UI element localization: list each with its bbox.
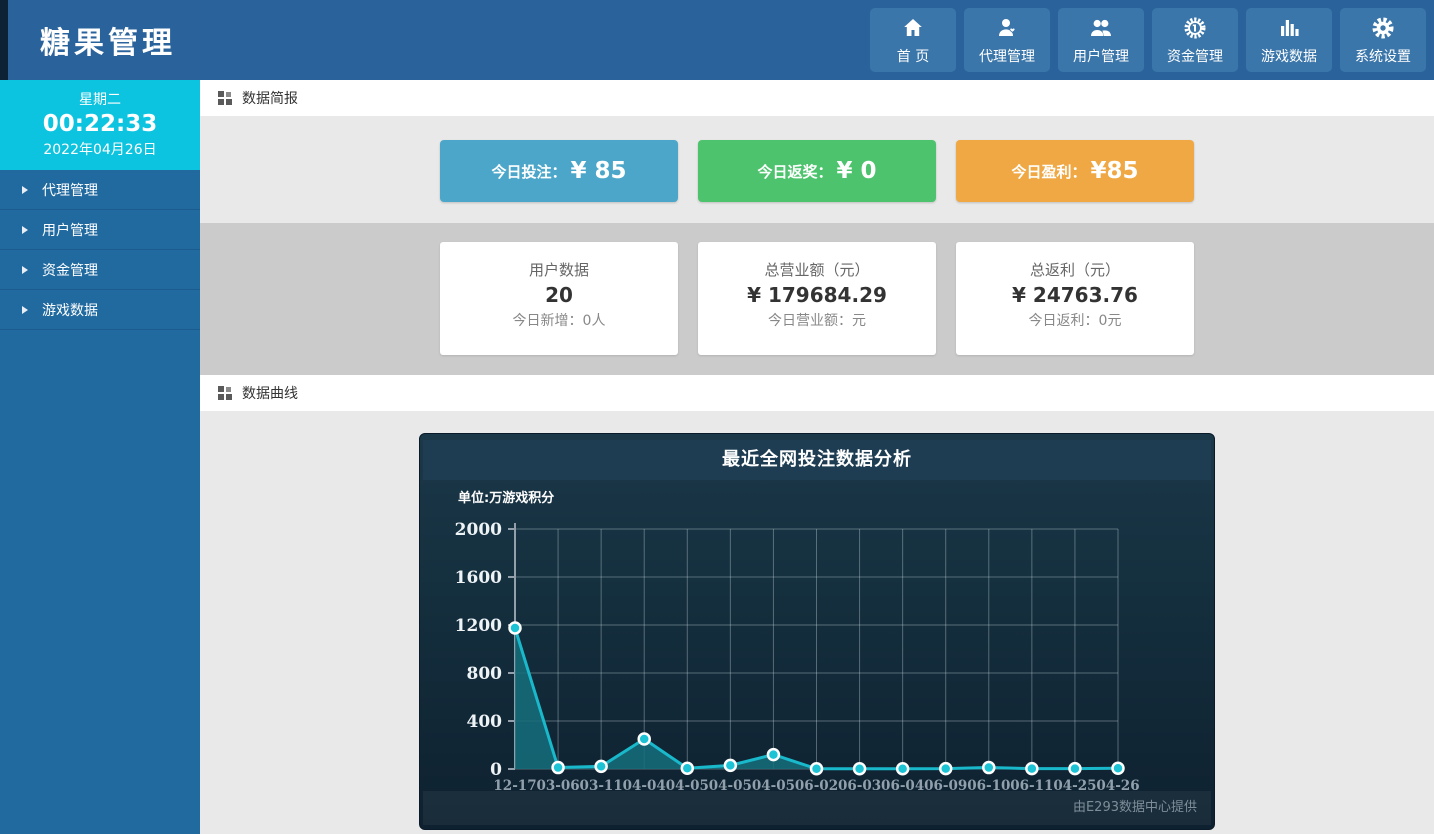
nav-item-gamedata[interactable]: 游戏数据 xyxy=(1246,8,1332,72)
chart-panel: 最近全网投注数据分析 单位:万游戏积分 04008001200160020001… xyxy=(419,433,1215,830)
clock-weekday: 星期二 xyxy=(0,89,200,109)
stat-button-label: 今日投注： xyxy=(491,161,566,182)
arrow-right-icon xyxy=(22,266,28,274)
sidebar-item-agents[interactable]: 代理管理 xyxy=(0,170,200,210)
stat-cards-zone: 用户数据 20 今日新增：0人 总营业额（元） ¥ 179684.29 今日营业… xyxy=(200,223,1434,375)
betting-chart-svg: 040080012001600200012-1703-0603-1104-040… xyxy=(420,504,1216,796)
stat-buttons-zone: 今日投注： ¥ 85 今日返奖： ¥ 0 今日盈利： ¥85 xyxy=(200,116,1434,223)
sidebar-item-label: 代理管理 xyxy=(42,180,98,200)
stat-card-title: 总返利（元） xyxy=(956,259,1194,280)
stat-card-title: 用户数据 xyxy=(440,259,678,280)
stat-card-subtitle: 今日返利：0元 xyxy=(956,310,1194,330)
chart-zone: 最近全网投注数据分析 单位:万游戏积分 04008001200160020001… xyxy=(200,433,1434,834)
nav-item-label: 系统设置 xyxy=(1355,46,1411,66)
stat-card-title: 总营业额（元） xyxy=(698,259,936,280)
grid-icon xyxy=(218,91,232,105)
section-title-brief: 数据简报 xyxy=(242,88,298,108)
nav-item-label: 资金管理 xyxy=(1167,46,1223,66)
stat-card-users: 用户数据 20 今日新增：0人 xyxy=(440,242,678,355)
grid-icon xyxy=(218,386,232,400)
funds-gear-icon xyxy=(1182,15,1208,41)
section-bar-brief: 数据简报 xyxy=(200,80,1434,116)
stat-card-rebate: 总返利（元） ¥ 24763.76 今日返利：0元 xyxy=(956,242,1194,355)
svg-text:2000: 2000 xyxy=(455,520,502,540)
main-content: 数据简报 今日投注： ¥ 85 今日返奖： ¥ 0 今日盈利： ¥85 xyxy=(200,80,1434,834)
app-title: 糖果管理 xyxy=(40,18,176,62)
svg-text:1600: 1600 xyxy=(455,568,502,588)
nav-item-label: 首 页 xyxy=(897,46,929,66)
clock-date: 2022年04月26日 xyxy=(0,139,200,159)
nav-item-funds[interactable]: 资金管理 xyxy=(1152,8,1238,72)
gear-icon xyxy=(1370,15,1396,41)
home-icon xyxy=(900,15,926,41)
nav-item-label: 游戏数据 xyxy=(1261,46,1317,66)
section-bar-curve: 数据曲线 xyxy=(200,375,1434,411)
arrow-right-icon xyxy=(22,186,28,194)
stat-card-subtitle: 今日营业额：元 xyxy=(698,310,936,330)
top-nav: 首 页 代理管理 用户管理 资金管理 游戏数据 xyxy=(870,8,1426,72)
nav-item-users[interactable]: 用户管理 xyxy=(1058,8,1144,72)
sidebar-item-funds[interactable]: 资金管理 xyxy=(0,250,200,290)
stat-button-label: 今日返奖： xyxy=(757,161,832,182)
section-title-curve: 数据曲线 xyxy=(242,383,298,403)
sidebar-item-label: 资金管理 xyxy=(42,260,98,280)
stat-button-value: ¥85 xyxy=(1091,158,1139,184)
clock-panel: 星期二 00:22:33 2022年04月26日 xyxy=(0,80,200,170)
clock-time: 00:22:33 xyxy=(0,109,200,139)
svg-text:800: 800 xyxy=(467,664,503,684)
chart-title: 最近全网投注数据分析 xyxy=(423,440,1211,480)
agent-icon xyxy=(994,15,1020,41)
stat-button-value: ¥ 0 xyxy=(837,158,877,184)
stat-card-subtitle: 今日新增：0人 xyxy=(440,310,678,330)
svg-text:0: 0 xyxy=(490,760,502,780)
svg-text:1200: 1200 xyxy=(455,616,502,636)
app-header: 糖果管理 首 页 代理管理 用户管理 资金管理 xyxy=(0,0,1434,80)
users-icon xyxy=(1088,15,1114,41)
nav-item-agents[interactable]: 代理管理 xyxy=(964,8,1050,72)
stat-button-today-profit[interactable]: 今日盈利： ¥85 xyxy=(956,140,1194,202)
svg-text:400: 400 xyxy=(467,712,503,732)
stat-button-today-payout[interactable]: 今日返奖： ¥ 0 xyxy=(698,140,936,202)
sidebar-item-gamedata[interactable]: 游戏数据 xyxy=(0,290,200,330)
arrow-right-icon xyxy=(22,306,28,314)
stat-button-value: ¥ 85 xyxy=(570,158,626,184)
stat-card-revenue: 总营业额（元） ¥ 179684.29 今日营业额：元 xyxy=(698,242,936,355)
nav-item-label: 代理管理 xyxy=(979,46,1035,66)
nav-item-label: 用户管理 xyxy=(1073,46,1129,66)
stat-button-label: 今日盈利： xyxy=(1011,161,1086,182)
header-left-strip xyxy=(0,0,8,80)
stat-button-today-bets[interactable]: 今日投注： ¥ 85 xyxy=(440,140,678,202)
nav-item-settings[interactable]: 系统设置 xyxy=(1340,8,1426,72)
nav-item-home[interactable]: 首 页 xyxy=(870,8,956,72)
chart-footer: 由E293数据中心提供 xyxy=(423,791,1211,825)
stat-card-value: ¥ 179684.29 xyxy=(698,280,936,310)
bar-chart-icon xyxy=(1276,15,1302,41)
sidebar-item-label: 游戏数据 xyxy=(42,300,98,320)
stat-card-value: 20 xyxy=(440,280,678,310)
sidebar-item-label: 用户管理 xyxy=(42,220,98,240)
sidebar-item-users[interactable]: 用户管理 xyxy=(0,210,200,250)
sidebar: 星期二 00:22:33 2022年04月26日 代理管理 用户管理 资金管理 … xyxy=(0,80,200,834)
arrow-right-icon xyxy=(22,226,28,234)
stat-card-value: ¥ 24763.76 xyxy=(956,280,1194,310)
